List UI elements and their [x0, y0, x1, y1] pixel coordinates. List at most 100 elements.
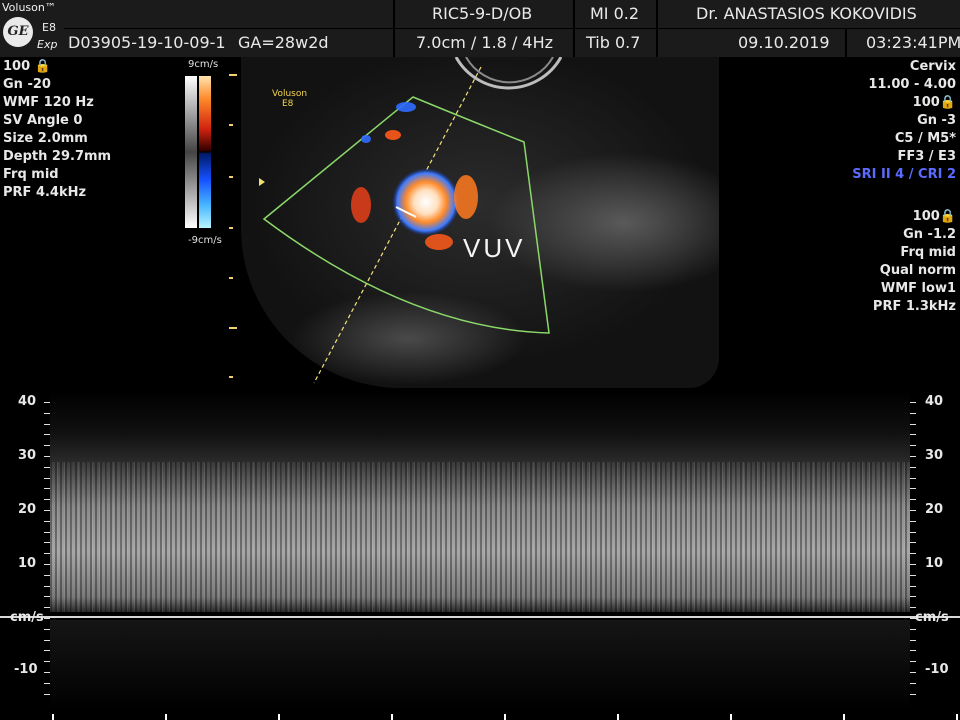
y-axis-tick — [44, 607, 50, 608]
param-sv-angle: SV Angle 0 — [3, 113, 83, 128]
y-axis-tick — [910, 683, 916, 684]
depth-marker — [229, 124, 233, 126]
y-tick-label-right: 20 — [925, 502, 944, 517]
y-unit-label-right: cm/s — [915, 610, 949, 625]
param-prf: PRF 1.3kHz — [872, 299, 956, 314]
y-axis-tick — [910, 402, 916, 403]
param-gain: Gn -1.2 — [903, 227, 956, 242]
y-axis-tick — [910, 640, 916, 641]
y-axis-tick — [44, 640, 50, 641]
time-axis-tick — [52, 714, 54, 720]
depth-settings: 7.0cm / 1.8 / 4Hz — [416, 33, 554, 52]
depth-marker — [229, 74, 237, 76]
y-axis-tick — [44, 564, 50, 565]
vessel-flow-signal — [361, 135, 371, 143]
exam-date: 09.10.2019 — [738, 33, 830, 52]
y-axis-tick — [910, 542, 916, 543]
y-axis-tick — [44, 488, 50, 489]
vessel-flow-signal — [392, 168, 460, 236]
y-axis-tick — [44, 596, 50, 597]
y-tick-label-left: 40 — [18, 394, 37, 409]
spectrum-baseline — [0, 616, 960, 618]
mi-value: MI 0.2 — [590, 4, 640, 23]
depth-marker — [229, 227, 233, 229]
time-axis-tick — [391, 714, 393, 720]
y-axis-tick — [44, 424, 50, 425]
depth-marker — [229, 327, 237, 329]
y-axis-tick — [44, 521, 50, 522]
y-tick-label-right: 30 — [925, 448, 944, 463]
y-axis-tick — [44, 618, 50, 619]
header-separator — [656, 29, 658, 57]
param-power: 100 🔒 — [3, 59, 51, 74]
y-axis-tick — [910, 586, 916, 587]
time-axis-tick — [617, 714, 619, 720]
y-axis-tick — [910, 488, 916, 489]
y-axis-tick — [44, 542, 50, 543]
y-tick-label-left: 20 — [18, 502, 37, 517]
color-doppler-overlay — [262, 57, 563, 384]
y-axis-tick — [44, 445, 50, 446]
y-axis-tick — [910, 478, 916, 479]
param-gain: Gn -3 — [917, 113, 956, 128]
y-axis-tick — [44, 661, 50, 662]
y-tick-label-right: 10 — [925, 556, 944, 571]
velocity-scale-max: 9cm/s — [188, 59, 219, 70]
doppler-parameters: 100 🔒 Gn -20 WMF 120 Hz SV Angle 0 Size … — [3, 58, 111, 202]
y-tick-label-right: -10 — [925, 662, 949, 677]
y-tick-label-left: 10 — [18, 556, 37, 571]
header-separator — [393, 0, 395, 28]
y-unit-label-left: cm/s — [10, 610, 44, 625]
model-name: E8 — [42, 21, 56, 34]
y-axis-tick — [44, 434, 50, 435]
time-axis-tick — [730, 714, 732, 720]
time-axis-tick — [956, 714, 958, 720]
y-axis-tick — [910, 467, 916, 468]
time-axis-tick — [165, 714, 167, 720]
param-map: C5 / M5* — [894, 131, 956, 146]
y-axis-tick — [44, 694, 50, 695]
tib-value: Tib 0.7 — [586, 33, 641, 52]
focus-marker-icon — [259, 178, 265, 186]
y-axis-tick — [44, 553, 50, 554]
y-axis-tick — [44, 629, 50, 630]
watermark-model: E8 — [282, 99, 294, 109]
doppler-spectrum[interactable] — [50, 462, 910, 612]
y-axis-tick — [910, 564, 916, 565]
header-separator — [393, 29, 395, 57]
y-axis-tick — [910, 532, 916, 533]
param-sri: SRI II 4 / CRI 2 — [852, 167, 956, 182]
param-range: 11.00 - 4.00 — [868, 77, 956, 92]
spectrum-upper-noise — [50, 392, 910, 462]
y-tick-label-right: 40 — [925, 394, 944, 409]
y-axis-tick — [910, 607, 916, 608]
param-frame: FF3 / E3 — [897, 149, 956, 164]
param-depth: Depth 29.7mm — [3, 149, 112, 164]
vessel-flow-signal — [454, 175, 478, 219]
param-size: Size 2.0mm — [3, 131, 88, 146]
brand-name: Voluson™ — [2, 1, 56, 14]
y-axis-tick — [910, 596, 916, 597]
patient-id: D03905-19-10-09-1 — [68, 33, 226, 52]
y-axis-tick — [44, 586, 50, 587]
y-axis-tick — [44, 650, 50, 651]
color-parameters: 100🔒 Gn -1.2 Frq mid Qual norm WMF low1 … — [873, 208, 956, 316]
depth-marker — [229, 176, 233, 178]
y-axis-tick — [910, 553, 916, 554]
y-tick-label-left: -10 — [14, 662, 38, 677]
spectrum-lower-noise — [50, 620, 910, 710]
gestational-age: GA=28w2d — [238, 33, 329, 52]
header-separator — [656, 0, 658, 28]
vessel-flow-signal — [396, 102, 416, 112]
doctor-name: Dr. ANASTASIOS KOKOVIDIS — [696, 4, 917, 23]
y-axis-tick — [44, 467, 50, 468]
y-axis-tick — [44, 532, 50, 533]
y-axis-tick — [44, 456, 50, 457]
time-axis-tick — [843, 714, 845, 720]
y-axis-tick — [910, 510, 916, 511]
grayscale-bar — [185, 76, 197, 228]
image-watermark: Voluson E8 — [272, 89, 307, 109]
time-axis-ticks — [0, 700, 960, 720]
y-axis-tick — [910, 499, 916, 500]
time-axis-tick — [504, 714, 506, 720]
